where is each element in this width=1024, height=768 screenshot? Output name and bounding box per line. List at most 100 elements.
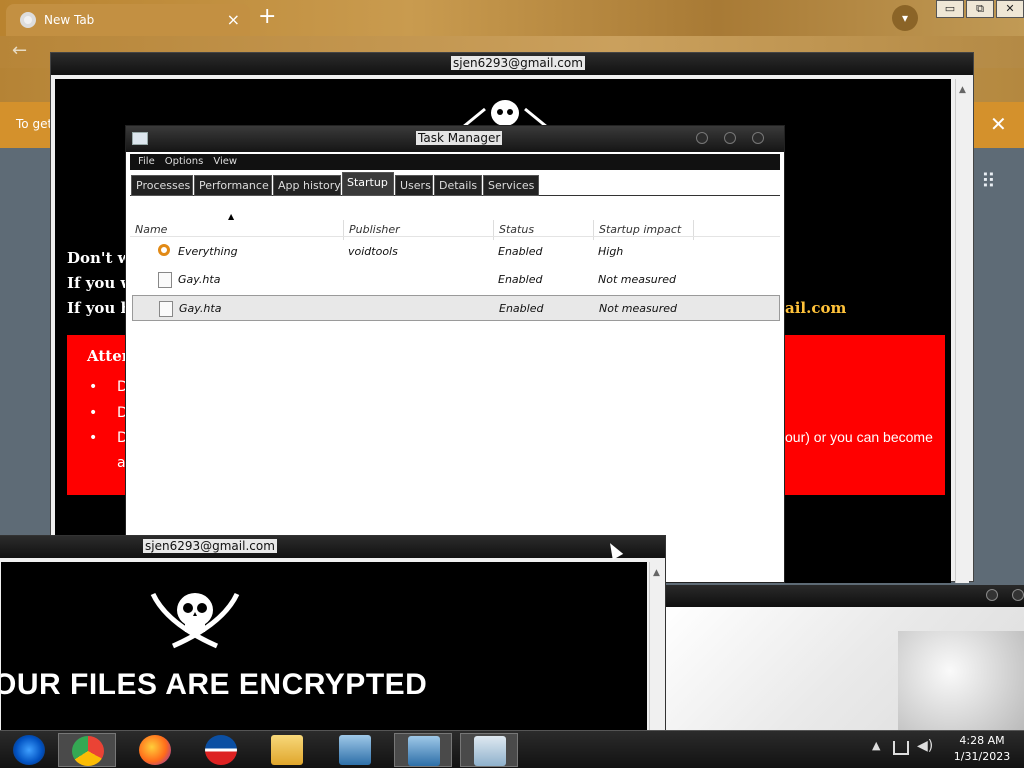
- cell-status: Enabled: [498, 245, 543, 258]
- tab-performance[interactable]: Performance: [194, 175, 272, 196]
- maximize-dot-icon[interactable]: [724, 132, 736, 144]
- minimize-dot-icon[interactable]: [696, 132, 708, 144]
- infobar-close-icon[interactable]: ✕: [990, 112, 1007, 136]
- scroll-up-icon[interactable]: ▲: [650, 568, 663, 578]
- task-manager-window: Task Manager File Options View Processes…: [125, 125, 785, 583]
- header-divider: [130, 236, 780, 237]
- installer-icon: [339, 735, 371, 765]
- cell-name: Gay.hta: [179, 302, 222, 315]
- table-row[interactable]: Everything voidtools Enabled High: [132, 239, 780, 265]
- close-dot-icon[interactable]: [752, 132, 764, 144]
- taskbar-chrome[interactable]: [58, 733, 116, 767]
- chrome-icon: [20, 12, 36, 28]
- task-manager-menubar: File Options View: [130, 154, 780, 170]
- cell-status: Enabled: [499, 302, 544, 315]
- ransom-note-body: OUR FILES ARE ENCRYPTED: [1, 562, 647, 736]
- menu-view[interactable]: View: [211, 154, 239, 170]
- taskbar: ▲ ◀) 4:28 AM 1/31/2023: [0, 730, 1024, 768]
- minimize-button[interactable]: ▭: [936, 0, 964, 18]
- tab-services[interactable]: Services: [483, 175, 539, 196]
- infobar-text: To get: [16, 117, 53, 131]
- column-header-name[interactable]: Name: [130, 220, 344, 240]
- tab-search-icon[interactable]: ▾: [892, 5, 918, 31]
- restore-button[interactable]: ⧉: [966, 0, 994, 18]
- wallpaper-image: [898, 631, 1024, 731]
- skull-crossbones-icon: [150, 592, 240, 649]
- clock-time[interactable]: 4:28 AM: [940, 734, 1024, 747]
- background-window-body: [666, 607, 1024, 731]
- obama-logo-icon: [205, 735, 237, 765]
- taskbar-task-manager[interactable]: [460, 733, 518, 767]
- taskbar-installer[interactable]: [394, 733, 452, 767]
- close-tab-icon[interactable]: ×: [227, 10, 240, 29]
- new-tab-button[interactable]: +: [258, 4, 276, 29]
- start-orb-icon: [13, 735, 45, 765]
- key-icon: [158, 244, 170, 256]
- chrome-icon: [72, 736, 104, 766]
- ransom-email-fragment: ail.com: [785, 299, 847, 317]
- ransom-window-title: sjen6293@gmail.com: [143, 539, 277, 553]
- cell-name: Gay.hta: [178, 273, 221, 286]
- column-header-startup-impact[interactable]: Startup impact: [594, 220, 694, 240]
- bullet-dot: •: [89, 430, 98, 446]
- firefox-icon: [139, 735, 171, 765]
- ransom-window-front: sjen6293@gmail.com OUR FILES ARE ENCRYPT…: [0, 535, 666, 736]
- taskbar-installer[interactable]: [326, 733, 384, 767]
- tab-app-history[interactable]: App history: [273, 175, 341, 196]
- chrome-window-controls: ▭ ⧉ ✕: [934, 0, 1024, 18]
- chrome-tab-strip: New Tab × + ▾ ▭ ⧉ ✕: [0, 0, 1024, 36]
- column-header-publisher[interactable]: Publisher: [344, 220, 494, 240]
- close-window-button[interactable]: ✕: [996, 0, 1024, 18]
- taskbar-firefox[interactable]: [126, 733, 184, 767]
- tab-users[interactable]: Users: [395, 175, 433, 196]
- start-button[interactable]: [0, 733, 58, 767]
- chrome-tab-new-tab[interactable]: New Tab ×: [6, 4, 250, 36]
- clock-date[interactable]: 1/31/2023: [940, 750, 1024, 763]
- tab-startup[interactable]: Startup: [342, 172, 394, 196]
- taskbar-file-explorer[interactable]: [258, 733, 316, 767]
- attention-panel-right: our) or you can become: [783, 335, 945, 495]
- cell-status: Enabled: [498, 273, 543, 286]
- attention-panel: Atten • D • D • D a: [67, 335, 133, 495]
- background-window: [666, 585, 1024, 731]
- cell-name: Everything: [178, 245, 238, 258]
- table-row-selected[interactable]: Gay.hta Enabled Not measured: [132, 295, 780, 321]
- file-icon: [159, 301, 173, 317]
- ransom-scrollbar[interactable]: ▲: [955, 79, 969, 583]
- file-icon: [158, 272, 172, 288]
- cell-publisher: voidtools: [348, 245, 398, 258]
- network-icon[interactable]: [893, 741, 909, 755]
- maximize-dot-icon[interactable]: [1012, 589, 1024, 601]
- scroll-up-icon[interactable]: ▲: [956, 85, 969, 95]
- taskbar-app[interactable]: [192, 733, 250, 767]
- task-manager-icon: [474, 736, 506, 766]
- ransom-window-titlebar[interactable]: sjen6293@gmail.com: [0, 536, 665, 558]
- column-header-status[interactable]: Status: [494, 220, 594, 240]
- cell-startup-impact: High: [598, 245, 624, 258]
- bullet-dot: •: [89, 405, 98, 421]
- task-manager-title: Task Manager: [416, 131, 503, 145]
- ransom-window-titlebar[interactable]: sjen6293@gmail.com: [51, 53, 973, 75]
- task-manager-titlebar[interactable]: Task Manager: [126, 126, 784, 152]
- minimize-dot-icon[interactable]: [986, 589, 998, 601]
- attention-text-right: our) or you can become: [785, 429, 933, 445]
- startup-list: ▲ Name Publisher Status Startup impact E…: [130, 196, 780, 582]
- installer-icon: [408, 736, 440, 766]
- cell-startup-impact: Not measured: [599, 302, 677, 315]
- apps-grid-icon[interactable]: ⠿: [981, 169, 996, 193]
- folder-icon: [271, 735, 303, 765]
- chrome-tab-title: New Tab: [44, 13, 95, 27]
- cell-startup-impact: Not measured: [598, 273, 676, 286]
- show-hidden-icons-icon[interactable]: ▲: [872, 739, 880, 752]
- tab-details[interactable]: Details: [434, 175, 482, 196]
- back-arrow-icon[interactable]: ←: [12, 40, 27, 61]
- background-window-titlebar[interactable]: [666, 585, 1024, 607]
- tab-processes[interactable]: Processes: [131, 175, 193, 196]
- menu-options[interactable]: Options: [163, 154, 206, 170]
- ransom-line-2: If you w: [67, 274, 134, 292]
- volume-icon[interactable]: ◀): [917, 738, 933, 754]
- menu-file[interactable]: File: [136, 154, 157, 170]
- ransom-scrollbar[interactable]: ▲: [649, 562, 663, 736]
- table-row[interactable]: Gay.hta Enabled Not measured: [132, 267, 780, 293]
- bullet-dot: •: [89, 379, 98, 395]
